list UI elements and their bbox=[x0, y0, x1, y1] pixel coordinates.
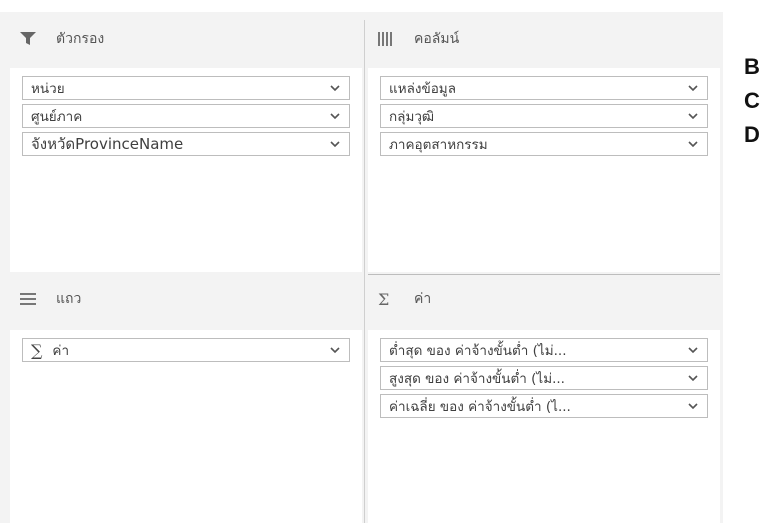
chevron-down-icon[interactable] bbox=[329, 111, 341, 121]
field-label: ศูนย์ภาค bbox=[31, 109, 83, 125]
field-label: จังหวัดProvinceName bbox=[31, 135, 184, 153]
columns-icon bbox=[378, 30, 400, 48]
column-field-industry-sector[interactable]: ภาคอุตสาหกรรม bbox=[380, 132, 708, 156]
field-label: หน่วย bbox=[31, 81, 65, 97]
field-label: ค่าเฉลี่ย ของ ค่าจ้างขั้นต่ำ (ไ... bbox=[389, 399, 571, 415]
columns-list[interactable]: แหล่งข้อมูล กลุ่มวุฒิ ภาคอุตสาหกรรม bbox=[368, 68, 720, 272]
value-field-min-wage-max[interactable]: สูงสุด ของ ค่าจ้างขั้นต่ำ (ไม่... bbox=[380, 366, 708, 390]
filter-field-province[interactable]: จังหวัดProvinceName bbox=[22, 132, 350, 156]
columns-header: คอลัมน์ bbox=[368, 20, 720, 58]
value-field-min-wage-min[interactable]: ต่ำสุด ของ ค่าจ้างขั้นต่ำ (ไม่... bbox=[380, 338, 708, 362]
values-list[interactable]: ต่ำสุด ของ ค่าจ้างขั้นต่ำ (ไม่... สูงสุด… bbox=[368, 330, 720, 523]
filter-icon bbox=[20, 30, 42, 48]
values-title: ค่า bbox=[414, 291, 432, 307]
column-field-qualification-group[interactable]: กลุ่มวุฒิ bbox=[380, 104, 708, 128]
filters-list[interactable]: หน่วย ศูนย์ภาค จังหวัดProvinceName bbox=[10, 68, 362, 272]
field-label: ต่ำสุด ของ ค่าจ้างขั้นต่ำ (ไม่... bbox=[389, 343, 567, 359]
sigma-icon: Σ bbox=[378, 289, 390, 309]
sigma-icon: ∑ bbox=[31, 340, 43, 360]
field-label: ภาคอุตสาหกรรม bbox=[389, 137, 488, 153]
filters-header: ตัวกรอง bbox=[10, 20, 362, 58]
field-label: ค่า bbox=[52, 343, 70, 359]
side-letter-c: C bbox=[744, 88, 760, 113]
chevron-down-icon[interactable] bbox=[687, 111, 699, 121]
side-letters: B C D bbox=[744, 50, 760, 152]
chevron-down-icon[interactable] bbox=[329, 83, 341, 93]
chevron-down-icon[interactable] bbox=[687, 345, 699, 355]
chevron-down-icon[interactable] bbox=[687, 401, 699, 411]
row-field-values[interactable]: ∑ ค่า bbox=[22, 338, 350, 362]
columns-zone[interactable]: คอลัมน์ แหล่งข้อมูล กลุ่มวุฒิ ภาคอุตสาหก… bbox=[368, 20, 720, 272]
field-label: กลุ่มวุฒิ bbox=[389, 109, 435, 125]
rows-icon bbox=[20, 290, 42, 308]
column-field-data-source[interactable]: แหล่งข้อมูล bbox=[380, 76, 708, 100]
side-letter-b: B bbox=[744, 54, 760, 79]
columns-title: คอลัมน์ bbox=[414, 31, 460, 47]
side-letter-d: D bbox=[744, 122, 760, 147]
filters-zone[interactable]: ตัวกรอง หน่วย ศูนย์ภาค จังหวัดProvinceNa… bbox=[10, 20, 362, 272]
pivot-field-list: ตัวกรอง หน่วย ศูนย์ภาค จังหวัดProvinceNa… bbox=[0, 12, 723, 523]
rows-header: แถว bbox=[10, 280, 362, 318]
chevron-down-icon[interactable] bbox=[329, 139, 341, 149]
rows-zone[interactable]: แถว ∑ ค่า bbox=[10, 280, 362, 523]
chevron-down-icon[interactable] bbox=[687, 83, 699, 93]
rows-title: แถว bbox=[56, 291, 82, 307]
values-zone[interactable]: Σ ค่า ต่ำสุด ของ ค่าจ้างขั้นต่ำ (ไม่... … bbox=[368, 280, 720, 523]
values-header: Σ ค่า bbox=[368, 280, 720, 318]
value-field-min-wage-average[interactable]: ค่าเฉลี่ย ของ ค่าจ้างขั้นต่ำ (ไ... bbox=[380, 394, 708, 418]
chevron-down-icon[interactable] bbox=[687, 373, 699, 383]
chevron-down-icon[interactable] bbox=[329, 345, 341, 355]
filter-field-unit[interactable]: หน่วย bbox=[22, 76, 350, 100]
rows-list[interactable]: ∑ ค่า bbox=[10, 330, 362, 523]
horizontal-divider bbox=[368, 274, 720, 275]
field-label: แหล่งข้อมูล bbox=[389, 81, 456, 97]
chevron-down-icon[interactable] bbox=[687, 139, 699, 149]
field-label: สูงสุด ของ ค่าจ้างขั้นต่ำ (ไม่... bbox=[389, 371, 565, 387]
filters-title: ตัวกรอง bbox=[56, 31, 105, 47]
filter-field-region-center[interactable]: ศูนย์ภาค bbox=[22, 104, 350, 128]
vertical-divider bbox=[364, 20, 365, 523]
